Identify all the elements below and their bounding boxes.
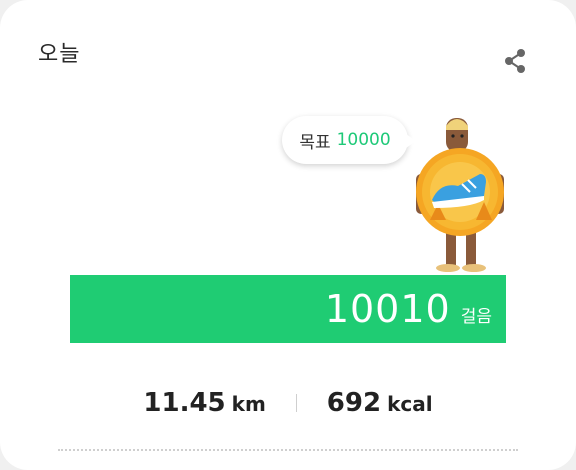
mascot-illustration — [410, 112, 510, 274]
goal-label: 목표 — [299, 132, 331, 153]
stats-row: 11.45 km 692 kcal — [0, 388, 576, 418]
distance-unit: km — [231, 392, 266, 416]
goal-value: 10000 — [336, 130, 391, 150]
page-title: 오늘 — [38, 42, 81, 67]
share-icon[interactable] — [500, 46, 530, 76]
steps-progress-bar: 10010 걸음 — [70, 275, 506, 343]
steps-count: 10010 — [324, 287, 451, 331]
dotted-divider — [58, 449, 518, 451]
steps-unit: 걸음 — [460, 306, 492, 327]
goal-bubble: 목표 10000 — [282, 116, 416, 164]
stats-divider — [295, 394, 297, 412]
steps-readout: 10010 걸음 — [325, 275, 492, 343]
calories-unit: kcal — [387, 392, 433, 416]
today-steps-card: 오늘 목표 10000 10010 걸음 11.45 km 692 kcal — [0, 0, 576, 470]
calories-value: 692 — [326, 388, 382, 418]
distance-value: 11.45 — [143, 388, 226, 418]
